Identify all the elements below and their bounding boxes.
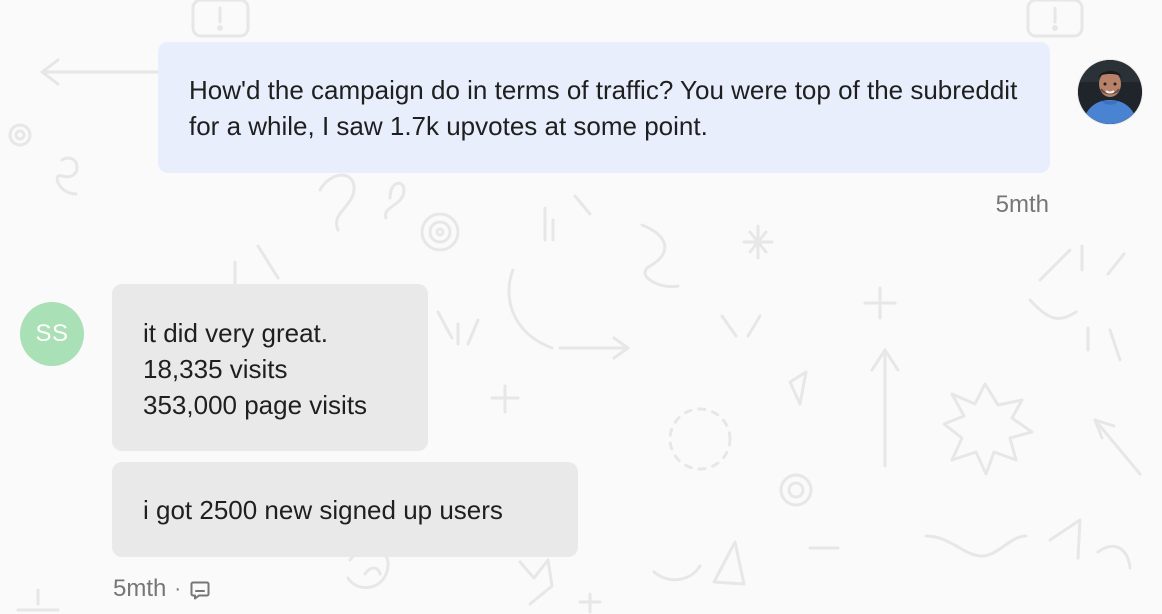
meta-separator: · — [174, 578, 182, 600]
outgoing-message-bubble: How'd the campaign do in terms of traffi… — [158, 42, 1050, 173]
chat-thread: How'd the campaign do in terms of traffi… — [0, 0, 1162, 614]
incoming-message-line: 18,335 visits — [143, 354, 288, 384]
outgoing-message-timestamp: 5mth — [995, 191, 1049, 218]
user-avatar-photo — [1078, 60, 1142, 124]
incoming-message-line: i got 2500 new signed up users — [143, 495, 503, 525]
incoming-message-line: it did very great. — [143, 318, 328, 348]
incoming-avatar-initials[interactable]: SS — [20, 302, 84, 366]
incoming-message-bubble: it did very great. 18,335 visits 353,000… — [112, 284, 428, 451]
comment-icon[interactable] — [189, 579, 211, 601]
incoming-message-meta: 5mth · — [113, 574, 211, 604]
incoming-message-line: 353,000 page visits — [143, 390, 368, 420]
outgoing-message-text: How'd the campaign do in terms of traffi… — [189, 75, 1018, 141]
incoming-message-bubble: i got 2500 new signed up users — [112, 462, 578, 557]
incoming-message-timestamp: 5mth — [113, 575, 167, 602]
avatar[interactable] — [1078, 60, 1142, 124]
